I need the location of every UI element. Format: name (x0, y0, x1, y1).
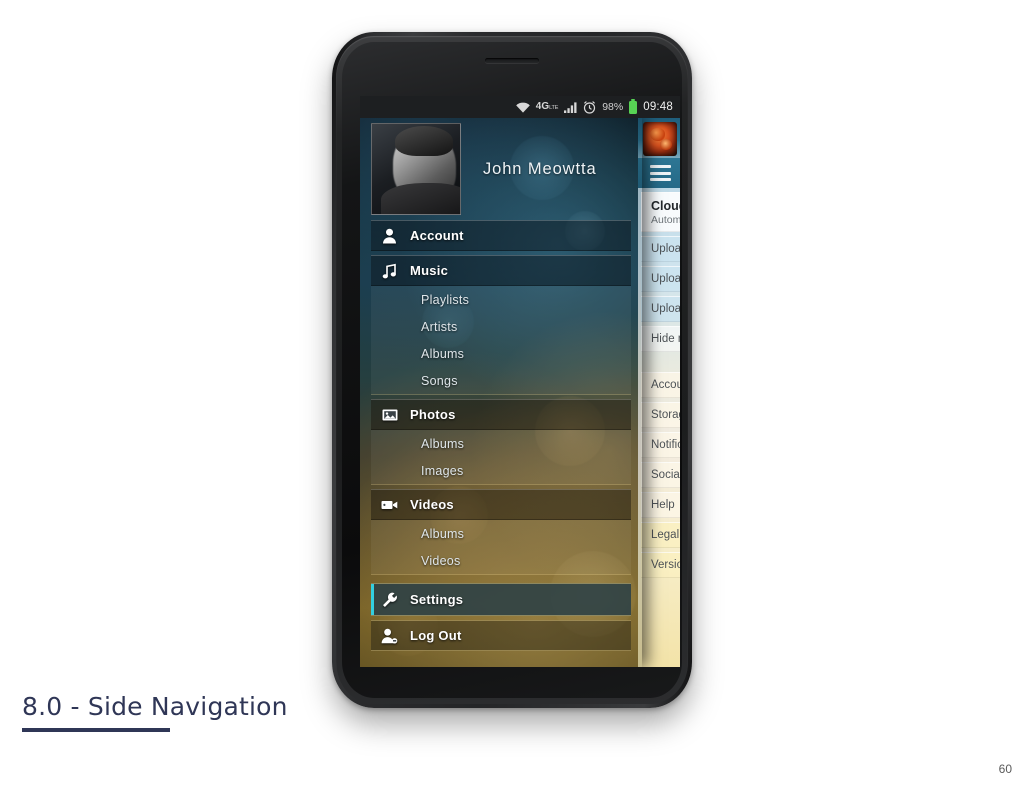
nav-subitem-albums[interactable]: Albums (371, 340, 631, 367)
nav-item-account[interactable]: Account (371, 220, 631, 251)
battery-percent-label: 98% (602, 101, 624, 113)
hamburger-bar (649, 178, 671, 181)
nav-subitem-songs[interactable]: Songs (371, 367, 631, 394)
settings-list-gap (641, 356, 680, 372)
nav-item-music[interactable]: Music (371, 255, 631, 286)
settings-row[interactable]: Hide n (641, 326, 680, 352)
navigation-drawer: John Meowtta Account Music Playlists Art… (360, 118, 642, 667)
nav-subitem-label: Songs (421, 373, 458, 388)
settings-list: Cloud Autom Uploa Uploa Uploa Hide n Acc… (641, 192, 680, 667)
nav-subitem-label: Playlists (421, 292, 470, 307)
settings-panel[interactable]: Cloud Autom Uploa Uploa Uploa Hide n Acc… (638, 118, 680, 667)
alarm-clock-icon (583, 100, 596, 114)
nav-item-label: Music (410, 263, 449, 278)
nav-subitem-artists[interactable]: Artists (371, 313, 631, 340)
settings-row[interactable]: Storag (641, 402, 680, 428)
settings-row[interactable]: Legal (641, 522, 680, 548)
settings-section-subtitle: Autom (651, 214, 680, 226)
profile-header[interactable]: John Meowtta (360, 118, 642, 220)
network-type-indicator: 4G LTE (535, 101, 559, 112)
phone-glass: Cloud Autom Uploa Uploa Uploa Hide n Acc… (342, 42, 682, 698)
caption-text: 8.0 - Side Navigation (22, 692, 288, 721)
settings-section-header: Cloud Autom (641, 192, 680, 232)
nav-subitem-video-albums[interactable]: Albums (371, 520, 631, 547)
nav-subitems-music: Playlists Artists Albums Songs (371, 286, 631, 395)
profile-name: John Meowtta (483, 159, 597, 178)
nav-subitem-playlists[interactable]: Playlists (371, 286, 631, 313)
drawer-nav-list: Account Music Playlists Artists Albums S… (371, 220, 631, 651)
settings-section-title: Cloud (651, 199, 680, 213)
nav-subitem-label: Artists (421, 319, 458, 334)
app-icon-art (660, 139, 672, 150)
wifi-icon (515, 102, 530, 113)
settings-row[interactable]: Accou (641, 372, 680, 398)
network-sublabel: LTE (549, 105, 559, 111)
person-remove-icon (380, 626, 399, 645)
hamburger-menu-icon[interactable] (638, 158, 680, 188)
nav-subitem-label: Albums (421, 346, 465, 361)
nav-item-photos[interactable]: Photos (371, 399, 631, 430)
wrench-icon (380, 590, 399, 609)
nav-item-label: Settings (410, 592, 464, 607)
battery-full-icon (629, 100, 638, 114)
nav-item-label: Account (410, 228, 464, 243)
settings-row[interactable]: Help (641, 492, 680, 518)
nav-subitem-photo-albums[interactable]: Albums (371, 430, 631, 457)
settings-row[interactable]: Uploa (641, 266, 680, 292)
nav-group-music: Music Playlists Artists Albums Songs (371, 255, 631, 395)
page-number: 60 (998, 762, 1012, 776)
avatar-photo-detail (394, 125, 453, 157)
nav-item-label: Log Out (410, 628, 462, 643)
settings-row[interactable]: Versio (641, 552, 680, 578)
avatar-photo-detail (380, 183, 460, 214)
status-bar: 4G LTE 98% 09:48 (360, 96, 680, 118)
music-note-icon (380, 261, 399, 280)
nav-subitem-video-videos[interactable]: Videos (371, 547, 631, 574)
nav-subitems-photos: Albums Images (371, 430, 631, 485)
user-avatar[interactable] (371, 123, 461, 215)
nav-subitem-label: Albums (421, 526, 465, 541)
nav-item-settings[interactable]: Settings (371, 583, 631, 616)
signal-bars-icon (564, 101, 577, 113)
photo-icon (380, 405, 399, 424)
nav-subitem-label: Images (421, 463, 464, 478)
phone-screen: Cloud Autom Uploa Uploa Uploa Hide n Acc… (360, 96, 680, 667)
slide-canvas: Cloud Autom Uploa Uploa Uploa Hide n Acc… (0, 0, 1024, 788)
video-camera-icon (380, 495, 399, 514)
hamburger-bar (649, 165, 671, 168)
nav-subitems-videos: Albums Videos (371, 520, 631, 575)
slide-caption: 8.0 - Side Navigation (22, 692, 362, 732)
nav-item-label: Photos (410, 407, 456, 422)
settings-row[interactable]: Uploa (641, 236, 680, 262)
settings-row[interactable]: Uploa (641, 296, 680, 322)
app-icon[interactable] (643, 122, 677, 156)
nav-subitem-images[interactable]: Images (371, 457, 631, 484)
nav-subitem-label: Albums (421, 436, 465, 451)
status-clock: 09:48 (643, 101, 673, 113)
earpiece-speaker (485, 58, 539, 63)
phone-device: Cloud Autom Uploa Uploa Uploa Hide n Acc… (332, 32, 692, 708)
nav-subitem-label: Videos (421, 553, 461, 568)
nav-group-account: Account (371, 220, 631, 251)
settings-row[interactable]: Notific (641, 432, 680, 458)
nav-item-logout[interactable]: Log Out (371, 620, 631, 651)
nav-item-videos[interactable]: Videos (371, 489, 631, 520)
settings-row[interactable]: Social (641, 462, 680, 488)
hamburger-bar (649, 171, 671, 175)
person-icon (380, 226, 399, 245)
nav-item-label: Videos (410, 497, 454, 512)
nav-group-photos: Photos Albums Images (371, 399, 631, 485)
caption-underline (22, 728, 170, 732)
network-label: 4G (535, 101, 550, 112)
nav-group-videos: Videos Albums Videos (371, 489, 631, 575)
